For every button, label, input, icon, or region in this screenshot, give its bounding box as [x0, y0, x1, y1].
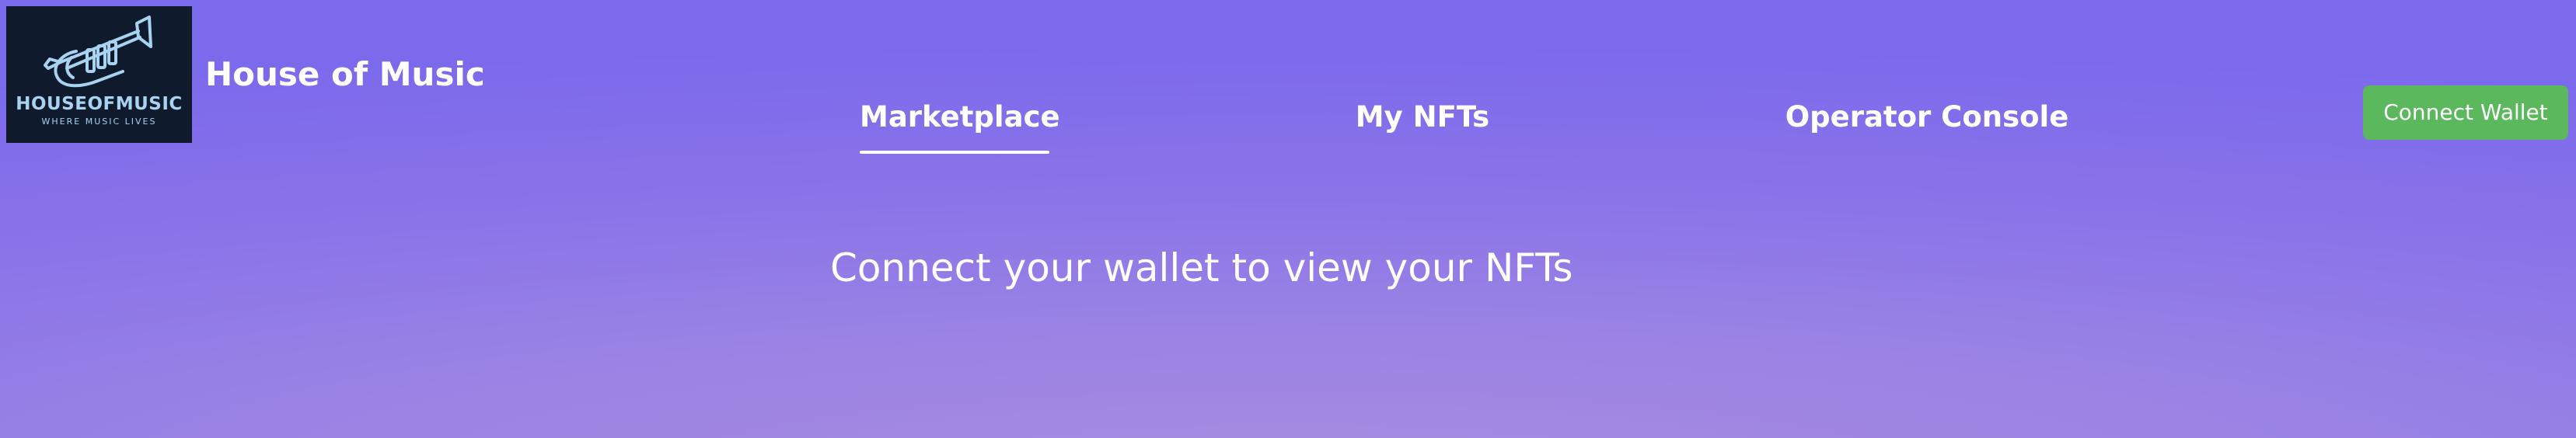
- logo-wordmark: HOUSEOFMUSIC: [16, 94, 183, 114]
- tab-operator-console[interactable]: Operator Console: [1785, 99, 2069, 135]
- tab-my-nfts[interactable]: My NFTs: [1337, 99, 1508, 135]
- connect-wallet-button[interactable]: Connect Wallet: [2363, 85, 2568, 140]
- logo-tagline: WHERE MUSIC LIVES: [41, 116, 157, 127]
- page: HOUSEOFMUSIC WHERE MUSIC LIVES House of …: [0, 0, 2576, 438]
- active-tab-indicator: [860, 151, 1049, 154]
- site-title[interactable]: House of Music: [205, 54, 485, 95]
- connect-wallet-message: Connect your wallet to view your NFTs: [830, 245, 1573, 290]
- house-of-music-logo[interactable]: HOUSEOFMUSIC WHERE MUSIC LIVES: [6, 6, 192, 143]
- tab-marketplace[interactable]: Marketplace: [860, 99, 1060, 135]
